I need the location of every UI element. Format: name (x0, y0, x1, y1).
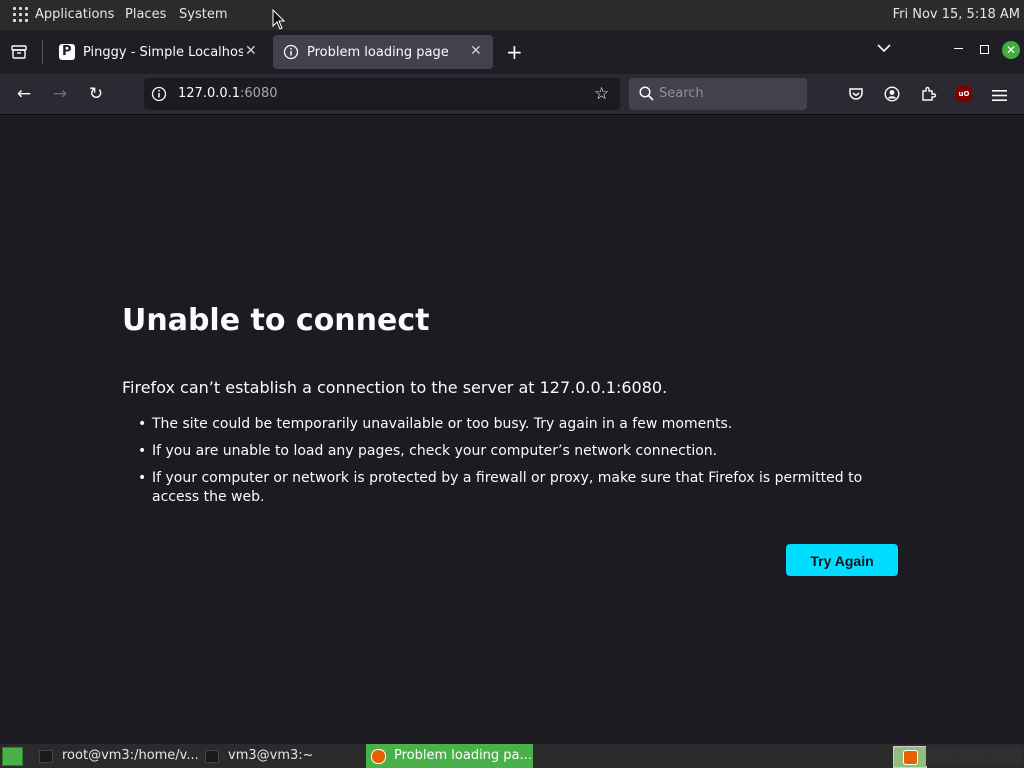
page-content: Unable to connect Firefox can’t establis… (0, 115, 1024, 744)
list-item-text: If your computer or network is protected… (152, 470, 863, 505)
list-item: • If your computer or network is protecte… (138, 470, 863, 505)
applications-menu[interactable]: Applications (35, 7, 114, 22)
terminal-icon (39, 750, 53, 763)
tab-title: Problem loading page (307, 45, 449, 60)
forward-arrow-icon[interactable]: → (50, 84, 70, 104)
url-bar[interactable]: 127.0.0.1:6080 ☆ (144, 78, 620, 110)
workspace-2[interactable] (926, 746, 958, 766)
pocket-icon[interactable] (848, 86, 864, 106)
close-tab-icon[interactable]: ✕ (470, 43, 482, 59)
bookmark-star-icon[interactable]: ☆ (594, 84, 609, 104)
workspace-3[interactable] (959, 746, 991, 766)
new-tab-icon[interactable]: + (506, 40, 523, 64)
list-item-text: The site could be temporarily unavailabl… (152, 416, 733, 432)
navigation-toolbar: ← → ↻ 127.0.0.1:6080 ☆ Search uO (0, 74, 1024, 115)
clock[interactable]: Fri Nov 15, 5:18 AM (893, 7, 1020, 22)
close-tab-icon[interactable]: ✕ (245, 43, 257, 59)
pinggy-favicon-icon: P (59, 44, 75, 60)
firefox-icon (371, 749, 386, 764)
ublock-origin-icon[interactable]: uO (956, 86, 972, 102)
error-description: Firefox can’t establish a connection to … (122, 378, 668, 397)
places-menu[interactable]: Places (125, 7, 166, 22)
account-icon[interactable] (884, 86, 900, 106)
minimize-window-icon[interactable] (954, 48, 963, 49)
taskbar-item-label: vm3@vm3:~ (228, 748, 314, 763)
extensions-icon[interactable] (920, 85, 937, 106)
tab-overview-icon[interactable] (11, 44, 27, 59)
error-suggestion-list: • The site could be temporarily unavailab… (122, 415, 902, 515)
close-window-icon[interactable]: ✕ (1002, 41, 1020, 59)
search-bar[interactable]: Search (629, 78, 807, 110)
url-text[interactable]: 127.0.0.1:6080 (178, 86, 278, 101)
taskbar-item-label: Problem loading pa... (394, 748, 532, 763)
workspace-switcher[interactable] (893, 746, 927, 768)
tab-title: Pinggy - Simple Localhost T (83, 45, 243, 60)
bottom-taskbar: root@vm3:/home/v... vm3@vm3:~ Problem lo… (0, 744, 1024, 768)
taskbar-item-vm3-terminal[interactable]: vm3@vm3:~ (200, 744, 365, 768)
back-arrow-icon[interactable]: ← (14, 84, 34, 104)
search-input[interactable]: Search (659, 86, 704, 101)
taskbar-item-label: root@vm3:/home/v... (62, 748, 199, 763)
firefox-icon (903, 750, 918, 765)
hamburger-menu-icon[interactable] (992, 87, 1007, 106)
workspace-4[interactable] (992, 746, 1022, 766)
tab-pinggy[interactable]: P Pinggy - Simple Localhost T ✕ (49, 35, 266, 69)
info-icon (283, 44, 299, 60)
list-all-tabs-icon[interactable] (877, 41, 891, 57)
url-host: 127.0.0.1 (178, 86, 241, 101)
error-title: Unable to connect (122, 303, 430, 338)
maximize-window-icon[interactable] (980, 45, 989, 54)
tab-problem-loading[interactable]: Problem loading page ✕ (273, 35, 493, 69)
list-item: • If you are unable to load any pages, ch… (138, 443, 718, 459)
site-info-icon[interactable] (151, 86, 167, 106)
reload-icon[interactable]: ↻ (86, 84, 106, 104)
search-icon (639, 86, 654, 105)
system-menu[interactable]: System (179, 7, 227, 22)
url-port: :6080 (240, 86, 278, 101)
mouse-cursor-icon (272, 9, 286, 30)
apps-grid-icon[interactable] (13, 7, 28, 22)
try-again-button[interactable]: Try Again (786, 544, 898, 576)
list-item-text: If you are unable to load any pages, che… (152, 443, 718, 459)
show-desktop-icon[interactable] (2, 747, 23, 766)
taskbar-item-firefox[interactable]: Problem loading pa... (366, 744, 533, 768)
taskbar-item-root-terminal[interactable]: root@vm3:/home/v... (34, 744, 199, 768)
tab-bar: P Pinggy - Simple Localhost T ✕ Problem … (0, 30, 1024, 74)
list-item: • The site could be temporarily unavailab… (138, 416, 733, 432)
terminal-icon (205, 750, 219, 763)
system-top-panel: Applications Places System Fri Nov 15, 5… (0, 0, 1024, 30)
